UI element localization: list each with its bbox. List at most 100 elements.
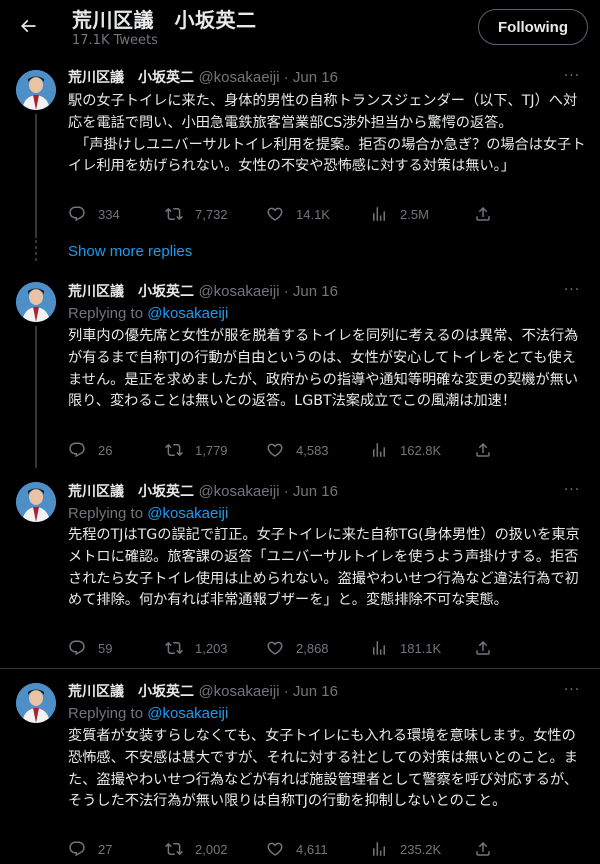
author-name[interactable]: 荒川区議 小坂英二 (68, 684, 194, 700)
author-handle-date[interactable]: @kosakaeiji · Jun 16 (198, 483, 337, 500)
replying-to: Replying to @kosakaeiji (68, 704, 228, 724)
following-button[interactable]: Following (478, 9, 588, 45)
share-icon (476, 206, 490, 221)
heart-icon (267, 641, 283, 655)
retweet-icon (165, 842, 183, 856)
back-button[interactable] (14, 12, 42, 40)
like-count: 4,611 (296, 841, 328, 857)
retweet-button[interactable]: 1,779 (165, 440, 228, 460)
like-count: 14.1K (296, 206, 330, 222)
tweet-count: 17.1K Tweets (72, 33, 158, 48)
more-dots-icon[interactable]: ··· (560, 682, 584, 702)
mention-link[interactable]: @kosakaeiji (147, 705, 228, 722)
reply-button[interactable]: 334 (68, 204, 120, 224)
tweet-header: 荒川区議 小坂英二 @kosakaeiji · Jun 16 (68, 482, 338, 502)
views-count: 162.8K (400, 442, 442, 458)
like-button[interactable]: 14.1K (266, 204, 330, 224)
avatar[interactable] (16, 683, 56, 723)
tweet-actions: 59 1,203 2,868 181.1K (68, 638, 508, 658)
reply-count: 26 (98, 442, 113, 458)
views-count: 235.2K (400, 841, 442, 857)
author-name[interactable]: 荒川区議 小坂英二 (68, 284, 194, 300)
retweet-icon (165, 443, 183, 457)
replying-to: Replying to @kosakaeiji (68, 304, 228, 324)
heart-icon (267, 207, 283, 221)
views-bars-icon (373, 443, 385, 457)
tweet-actions: 27 2,002 4,611 235.2K (68, 839, 508, 859)
share-icon (476, 640, 490, 655)
share-button[interactable] (474, 204, 492, 224)
tweet-text: 先程のTJはTGの誤記で訂正。女子トイレに来た自称TG(身体男性）の扱いを東京メ… (68, 527, 580, 609)
like-count: 4,583 (296, 442, 329, 458)
mention-link[interactable]: @kosakaeiji (147, 305, 228, 322)
reply-button[interactable]: 27 (68, 839, 112, 859)
more-dots-icon[interactable]: ··· (560, 482, 584, 502)
thread-line (35, 114, 37, 238)
like-button[interactable]: 2,868 (266, 638, 329, 658)
tweet-actions: 334 7,732 14.1K 2.5M (68, 204, 508, 224)
reply-bubble-icon (69, 442, 85, 458)
author-handle-date[interactable]: @kosakaeiji · Jun 16 (198, 69, 337, 86)
tweet[interactable]: 荒川区議 小坂英二 @kosakaeiji · Jun 16 ··· 駅の女子ト… (0, 58, 600, 238)
tweet-header: 荒川区議 小坂英二 @kosakaeiji · Jun 16 (68, 682, 338, 702)
retweet-button[interactable]: 7,732 (165, 204, 228, 224)
reply-button[interactable]: 59 (68, 638, 112, 658)
like-button[interactable]: 4,583 (266, 440, 329, 460)
tweet-header: 荒川区議 小坂英二 @kosakaeiji · Jun 16 (68, 282, 338, 302)
author-name[interactable]: 荒川区議 小坂英二 (68, 70, 194, 86)
retweet-count: 1,779 (195, 442, 228, 458)
author-name[interactable]: 荒川区議 小坂英二 (68, 484, 194, 500)
avatar[interactable] (16, 282, 56, 322)
show-more-replies-link[interactable]: Show more replies (68, 243, 192, 260)
views-button[interactable]: 162.8K (370, 440, 441, 460)
share-icon (476, 442, 490, 457)
share-icon (476, 841, 490, 856)
replying-label: Replying to (68, 705, 148, 722)
replying-label: Replying to (68, 505, 148, 522)
share-button[interactable] (474, 440, 492, 460)
more-dots-icon[interactable]: ··· (560, 68, 584, 88)
tweet[interactable]: 荒川区議 小坂英二 @kosakaeiji · Jun 16 ··· Reply… (0, 272, 600, 468)
retweet-button[interactable]: 2,002 (165, 839, 228, 859)
replying-label: Replying to (68, 305, 148, 322)
share-button[interactable] (474, 839, 492, 859)
avatar[interactable] (16, 482, 56, 522)
views-button[interactable]: 2.5M (370, 204, 429, 224)
more-dots-icon[interactable]: ··· (560, 282, 584, 302)
views-button[interactable]: 235.2K (370, 839, 441, 859)
reply-count: 334 (98, 206, 120, 222)
retweet-button[interactable]: 1,203 (165, 638, 228, 658)
thread-dots (35, 240, 37, 264)
retweet-icon (165, 641, 183, 655)
replying-to: Replying to @kosakaeiji (68, 504, 228, 524)
like-count: 2,868 (296, 640, 329, 656)
tweet-text: 変質者が女装すらしなくても、女子トイレにも入れる環境を意味します。女性の恐怖感、… (68, 728, 579, 810)
avatar[interactable] (16, 70, 56, 110)
tweet-actions: 26 1,779 4,583 162.8K (68, 440, 508, 460)
retweet-count: 2,002 (195, 841, 228, 857)
share-button[interactable] (474, 638, 492, 658)
profile-header: 荒川区議 小坂英二 17.1K Tweets Following (0, 0, 600, 58)
arrow-left-icon (20, 19, 36, 33)
retweet-count: 7,732 (195, 206, 228, 222)
thread-line (35, 326, 37, 468)
like-button[interactable]: 4,611 (266, 839, 328, 859)
views-count: 181.1K (400, 640, 442, 656)
views-bars-icon (373, 842, 385, 856)
reply-count: 59 (98, 640, 113, 656)
tweet[interactable]: 荒川区議 小坂英二 @kosakaeiji · Jun 16 ··· Reply… (0, 468, 600, 666)
heart-icon (267, 842, 283, 856)
mention-link[interactable]: @kosakaeiji (147, 505, 228, 522)
views-button[interactable]: 181.1K (370, 638, 441, 658)
tweet-text: 列車内の優先席と女性が服を脱着するトイレを同列に考えるのは異常、不法行為が有るま… (68, 328, 579, 410)
views-bars-icon (373, 641, 385, 655)
views-bars-icon (373, 207, 385, 221)
author-handle-date[interactable]: @kosakaeiji · Jun 16 (198, 283, 337, 300)
reply-button[interactable]: 26 (68, 440, 112, 460)
tweet[interactable]: 荒川区議 小坂英二 @kosakaeiji · Jun 16 ··· Reply… (0, 669, 600, 864)
tweet-header: 荒川区議 小坂英二 @kosakaeiji · Jun 16 (68, 68, 338, 88)
reply-bubble-icon (69, 206, 85, 222)
author-handle-date[interactable]: @kosakaeiji · Jun 16 (198, 683, 337, 700)
profile-name: 荒川区議 小坂英二 (72, 8, 257, 32)
retweet-count: 1,203 (195, 640, 228, 656)
